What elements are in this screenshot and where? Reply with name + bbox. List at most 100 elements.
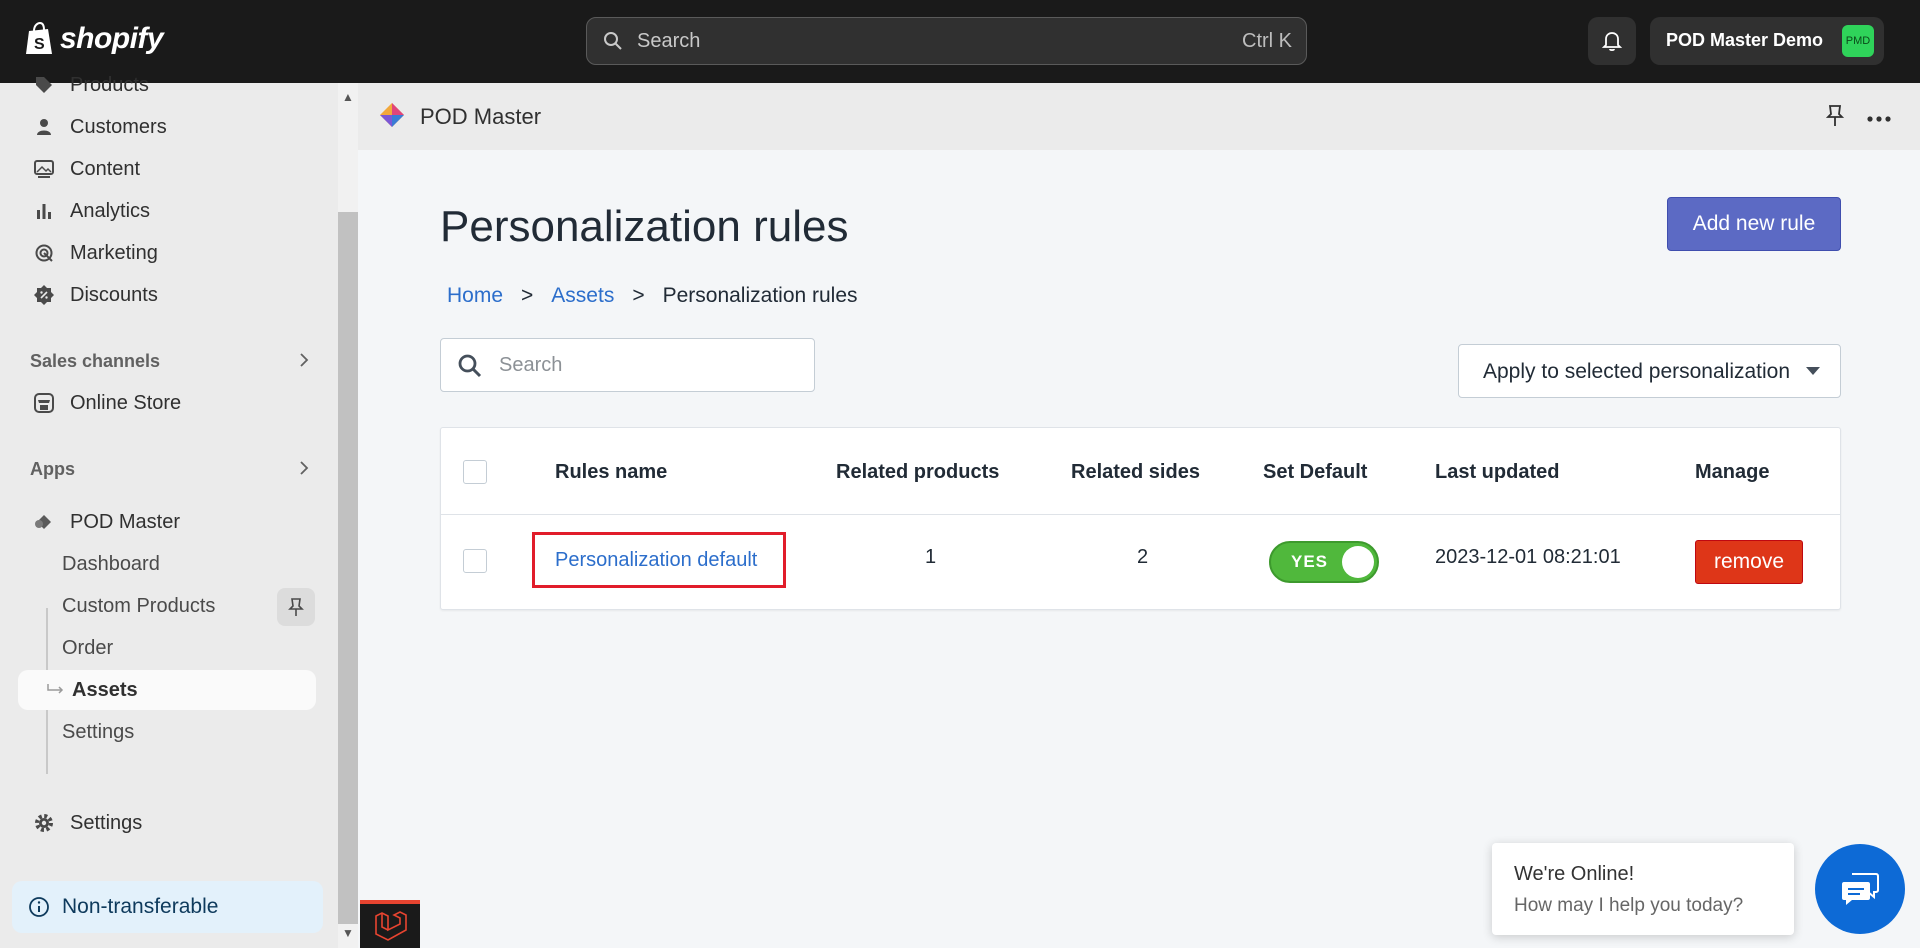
laravel-logo-icon xyxy=(375,911,407,941)
breadcrumb-home[interactable]: Home xyxy=(447,284,503,308)
rule-name-link[interactable]: Personalization default xyxy=(532,532,786,588)
sidebar-sub-order[interactable]: Order xyxy=(62,628,312,668)
chat-launcher-button[interactable] xyxy=(1815,844,1905,934)
sidebar-item-pod-master[interactable]: POD Master xyxy=(18,502,316,542)
caret-down-icon xyxy=(1806,367,1820,375)
sidebar-item-discounts[interactable]: Discounts xyxy=(18,275,316,315)
store-menu-button[interactable]: POD Master Demo PMD xyxy=(1650,17,1884,65)
gear-icon xyxy=(26,812,62,834)
select-label: Apply to selected personalization xyxy=(1483,360,1791,383)
tree-arrow-icon xyxy=(18,684,72,696)
search-icon xyxy=(458,354,482,378)
rules-search-input[interactable]: Search xyxy=(440,338,815,392)
bell-icon xyxy=(1601,32,1623,52)
sidebar-sub-dashboard[interactable]: Dashboard xyxy=(62,544,312,584)
sidebar-item-label: POD Master xyxy=(70,510,181,533)
chat-title: We're Online! xyxy=(1514,863,1635,885)
app-header: POD Master xyxy=(358,83,1920,150)
sidebar-item-marketing[interactable]: Marketing xyxy=(18,233,316,273)
sidebar-item-label: Dashboard xyxy=(62,552,160,575)
col-last-updated: Last updated xyxy=(1435,461,1560,483)
apply-personalization-select[interactable]: Apply to selected personalization xyxy=(1458,344,1841,398)
debugbar-toggle[interactable] xyxy=(360,900,420,948)
app-title: POD Master xyxy=(420,104,542,129)
table-header-row: Rules name Related products Related side… xyxy=(441,428,1840,515)
global-search[interactable]: Search Ctrl K xyxy=(586,17,1307,65)
section-label: Sales channels xyxy=(30,351,161,371)
image-icon xyxy=(26,159,62,179)
chat-subtitle: How may I help you today? xyxy=(1514,895,1744,916)
svg-text:S: S xyxy=(34,36,45,53)
col-related-sides: Related sides xyxy=(1071,461,1200,483)
tag-icon xyxy=(26,75,62,95)
breadcrumb: Home > Assets > Personalization rules xyxy=(447,284,858,308)
more-actions-icon[interactable] xyxy=(1866,103,1892,129)
sidebar-sub-settings[interactable]: Settings xyxy=(62,712,312,752)
scroll-up-arrow-icon[interactable]: ▲ xyxy=(342,90,354,104)
sidebar-item-label: Products xyxy=(70,73,149,96)
store-name: POD Master Demo xyxy=(1666,30,1824,50)
chat-greeting[interactable]: We're Online! How may I help you today? xyxy=(1492,843,1794,935)
breadcrumb-assets[interactable]: Assets xyxy=(551,284,614,308)
notifications-button[interactable] xyxy=(1588,17,1636,65)
shopify-bag-icon: S xyxy=(26,22,52,54)
bar-chart-icon xyxy=(26,201,62,221)
sidebar-item-label: Order xyxy=(62,636,114,659)
sidebar-item-settings[interactable]: Settings xyxy=(18,803,316,843)
apps-section[interactable]: Apps xyxy=(30,459,310,480)
add-new-rule-button[interactable]: Add new rule xyxy=(1667,197,1841,251)
sidebar-sub-custom-products[interactable]: Custom Products xyxy=(62,586,312,626)
col-set-default: Set Default xyxy=(1263,461,1368,483)
sidebar-item-products[interactable]: Products xyxy=(18,65,316,105)
last-updated-value: 2023-12-01 08:21:01 xyxy=(1435,546,1621,568)
person-icon xyxy=(26,117,62,137)
sidebar-item-label: Analytics xyxy=(70,199,151,222)
sidebar: Products Customers Content Analytics Mar… xyxy=(0,74,338,948)
breadcrumb-separator: > xyxy=(632,284,645,307)
shopify-logo[interactable]: S shopify xyxy=(24,22,164,56)
related-sides-value: 2 xyxy=(1137,546,1149,568)
pod-master-logo-icon xyxy=(378,101,406,134)
app-icon xyxy=(26,512,62,532)
sidebar-scrollbar-thumb[interactable] xyxy=(338,212,358,924)
pin-icon[interactable] xyxy=(1825,104,1845,133)
sidebar-item-content[interactable]: Content xyxy=(18,149,316,189)
sidebar-item-label: Discounts xyxy=(70,283,158,306)
col-manage: Manage xyxy=(1695,461,1770,483)
info-icon xyxy=(28,896,50,918)
main-content: Personalization rules Add new rule Home … xyxy=(358,150,1920,948)
row-checkbox[interactable] xyxy=(463,549,487,573)
chevron-right-icon xyxy=(298,459,310,480)
sidebar-item-customers[interactable]: Customers xyxy=(18,107,316,147)
set-default-toggle[interactable]: YES xyxy=(1269,541,1379,583)
scroll-down-arrow-icon[interactable]: ▼ xyxy=(342,926,354,940)
related-products-value: 1 xyxy=(925,546,937,568)
discount-icon xyxy=(26,284,62,306)
search-icon xyxy=(604,32,622,50)
sidebar-item-label: Online Store xyxy=(70,391,182,414)
chevron-right-icon xyxy=(298,351,310,372)
col-related-products: Related products xyxy=(836,461,1000,483)
sidebar-item-label: Marketing xyxy=(70,241,158,264)
page-title: Personalization rules xyxy=(440,202,849,251)
sidebar-item-label: Custom Products xyxy=(62,594,216,617)
toggle-knob xyxy=(1342,546,1374,578)
select-all-checkbox[interactable] xyxy=(463,460,487,484)
breadcrumb-current: Personalization rules xyxy=(662,284,858,307)
badge-label: Non-transferable xyxy=(62,895,219,918)
non-transferable-badge[interactable]: Non-transferable xyxy=(12,881,323,933)
sidebar-item-label: Content xyxy=(70,157,141,180)
breadcrumb-separator: > xyxy=(521,284,534,307)
sidebar-item-label: Settings xyxy=(62,720,135,743)
search-placeholder: Search xyxy=(499,354,563,376)
chat-bubble-icon xyxy=(1842,873,1879,905)
section-label: Apps xyxy=(30,459,75,479)
sales-channels-section[interactable]: Sales channels xyxy=(30,351,310,372)
remove-button[interactable]: remove xyxy=(1695,540,1803,584)
search-placeholder: Search xyxy=(637,30,701,52)
toggle-label: YES xyxy=(1291,552,1329,571)
sidebar-item-analytics[interactable]: Analytics xyxy=(18,191,316,231)
target-icon xyxy=(26,243,62,263)
sidebar-item-online-store[interactable]: Online Store xyxy=(18,383,316,423)
sidebar-sub-assets[interactable]: Assets xyxy=(18,670,316,710)
